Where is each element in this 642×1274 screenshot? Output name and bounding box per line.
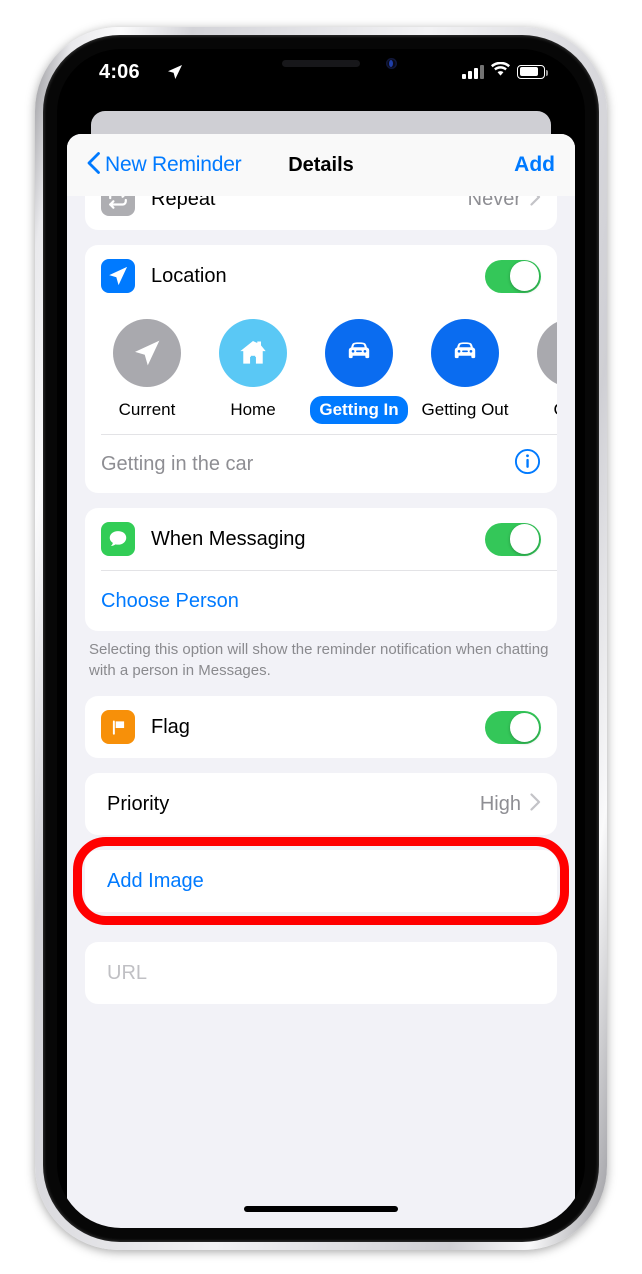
messaging-card: When Messaging Choose Person [85,508,557,631]
location-arrow-icon [113,319,181,387]
messaging-footnote: Selecting this option will show the remi… [89,641,549,679]
choose-person-row[interactable]: Choose Person [85,571,557,631]
location-chip-custom[interactable]: Cust [529,319,557,424]
location-label: Location [151,264,227,287]
back-button[interactable]: New Reminder [87,151,242,179]
details-scroll-content[interactable]: Repeat Never Location Current Home Getti… [67,196,575,1228]
phone-device-frame: 4:06 New Reminder Details Add Repeat Nev… [35,27,607,1250]
location-row[interactable]: Location [85,245,557,307]
navigation-bar: New Reminder Details Add [67,134,575,196]
repeat-row[interactable]: Repeat Never [85,196,557,230]
location-trigger-options[interactable]: Current Home Getting In Getting Out [85,307,557,434]
chevron-left-icon [87,151,100,179]
priority-label: Priority [107,792,170,815]
chevron-right-icon [530,196,541,211]
location-arrow-icon [167,64,183,85]
priority-value: High [479,792,521,815]
home-icon [219,319,287,387]
priority-card: Priority High [85,773,557,836]
location-card: Location Current Home Getting In Getting… [85,245,557,493]
location-chip-label: Current [118,400,176,419]
location-chip-label: Cust [545,396,557,424]
front-camera-icon [386,58,397,69]
when-messaging-toggle[interactable] [485,522,541,556]
url-field-row[interactable]: URL [85,942,557,1005]
battery-icon [517,64,548,79]
flag-icon [101,710,135,745]
location-chip-getting-in[interactable]: Getting In [310,319,408,424]
when-messaging-label: When Messaging [151,527,306,550]
location-chip-label: Home [230,400,276,419]
add-image-section: Add Image [73,837,569,926]
flag-card: Flag [85,696,557,759]
car-icon [325,319,393,387]
status-bar-time: 4:06 [99,61,140,83]
repeat-label: Repeat [151,196,216,210]
phone-bezel: 4:06 New Reminder Details Add Repeat Nev… [43,35,599,1242]
cellular-signal-icon [462,64,484,79]
flag-label: Flag [151,715,190,738]
location-chip-home[interactable]: Home [211,319,295,424]
location-chip-label: Getting Out [421,400,509,419]
notch [211,49,431,81]
location-note-row[interactable]: Getting in the car [85,435,557,493]
status-bar-indicators [462,61,548,81]
info-circle-icon[interactable] [514,448,541,480]
url-input-placeholder: URL [107,961,148,984]
add-image-button[interactable]: Add Image [85,850,557,913]
phone-screen: 4:06 New Reminder Details Add Repeat Nev… [57,49,585,1228]
location-chip-current[interactable]: Current [105,319,189,424]
choose-person-label: Choose Person [101,589,239,612]
chevron-right-icon [530,793,541,816]
details-modal-sheet: New Reminder Details Add Repeat Never Lo… [67,134,575,1228]
ellipsis-icon [537,319,557,387]
add-button[interactable]: Add [514,153,555,177]
wifi-icon [491,61,510,81]
add-image-label: Add Image [107,869,204,892]
repeat-value: Never [467,196,521,210]
messages-icon [101,522,135,556]
location-note-text: Getting in the car [101,452,254,475]
page-title: Details [288,153,354,176]
priority-row[interactable]: Priority High [85,773,557,835]
when-messaging-row[interactable]: When Messaging [85,508,557,570]
flag-toggle[interactable] [485,710,541,744]
location-arrow-icon [101,259,135,293]
location-chip-getting-out[interactable]: Getting Out [422,319,508,424]
repeat-card: Repeat Never [85,196,557,230]
home-indicator[interactable] [244,1206,398,1212]
repeat-icon [101,196,135,216]
earpiece-speaker [282,60,360,67]
flag-row[interactable]: Flag [85,696,557,758]
location-toggle[interactable] [485,259,541,293]
back-button-label: New Reminder [105,153,242,176]
location-chip-label: Getting In [310,396,408,424]
car-icon [431,319,499,387]
